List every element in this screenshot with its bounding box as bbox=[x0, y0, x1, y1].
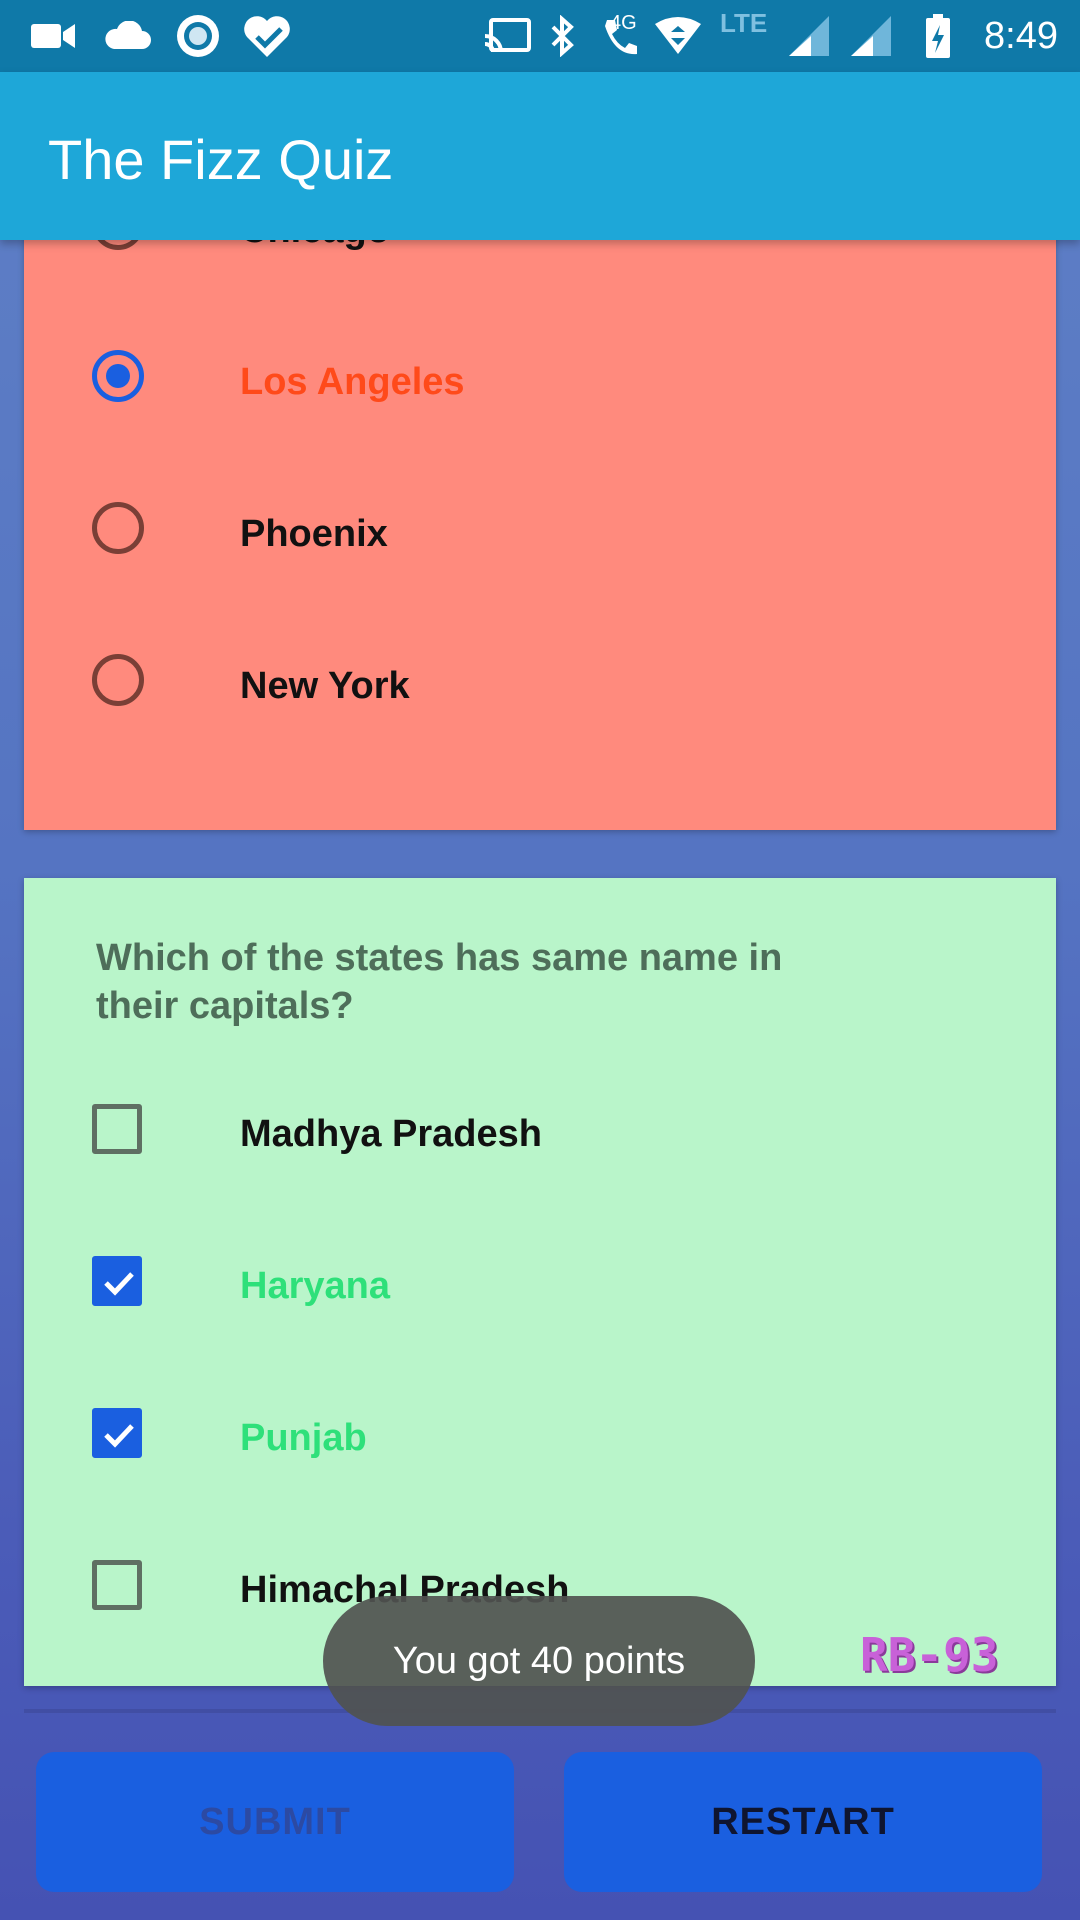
option-label: Phoenix bbox=[240, 513, 388, 555]
question-card-2: Which of the states has same name in the… bbox=[24, 878, 1056, 1686]
status-bar: 4G LTE 8:49 bbox=[0, 0, 1080, 72]
watermark: RB-93 bbox=[860, 1628, 999, 1682]
checkbox[interactable] bbox=[92, 1560, 142, 1610]
question-card-1: Chicago Los Angeles Phoenix New York bbox=[24, 198, 1056, 830]
heart-check-icon bbox=[240, 12, 294, 60]
option-label: Haryana bbox=[240, 1265, 390, 1307]
cast-icon bbox=[482, 12, 534, 60]
checkmark-icon bbox=[104, 1424, 134, 1448]
status-time: 8:49 bbox=[984, 15, 1058, 57]
checkbox-option-haryana[interactable]: Haryana bbox=[24, 1234, 1056, 1334]
checkbox-checked[interactable] bbox=[92, 1408, 142, 1458]
call-network-label: 4G bbox=[610, 12, 637, 34]
signal-icon bbox=[786, 12, 832, 60]
battery-charging-icon bbox=[922, 12, 954, 60]
checkbox-option-madhya-pradesh[interactable]: Madhya Pradesh bbox=[24, 1082, 1056, 1182]
radio-button-selected[interactable] bbox=[92, 350, 144, 402]
cloud-icon bbox=[100, 12, 154, 60]
checkbox-option-punjab[interactable]: Punjab bbox=[24, 1386, 1056, 1486]
signal-icon bbox=[848, 12, 894, 60]
radio-option-los-angeles[interactable]: Los Angeles bbox=[24, 330, 1056, 430]
option-label: Madhya Pradesh bbox=[240, 1113, 542, 1155]
option-label: Punjab bbox=[240, 1417, 367, 1459]
bluetooth-icon bbox=[546, 12, 580, 60]
restart-button[interactable]: RESTART bbox=[564, 1752, 1042, 1892]
radio-option-new-york[interactable]: New York bbox=[24, 634, 1056, 734]
app-title: The Fizz Quiz bbox=[48, 128, 394, 191]
volte-call-icon: 4G bbox=[590, 12, 648, 60]
circle-target-icon bbox=[174, 12, 222, 60]
app-bar: The Fizz Quiz bbox=[0, 72, 1080, 240]
lte-label: LTE bbox=[720, 8, 768, 38]
checkmark-icon bbox=[104, 1272, 134, 1296]
video-camera-icon bbox=[28, 12, 78, 60]
wifi-icon bbox=[652, 12, 704, 60]
radio-button[interactable] bbox=[92, 502, 144, 554]
radio-button[interactable] bbox=[92, 654, 144, 706]
toast-message: You got 40 points bbox=[323, 1596, 755, 1726]
radio-option-phoenix[interactable]: Phoenix bbox=[24, 482, 1056, 582]
option-label: New York bbox=[240, 665, 410, 707]
submit-button[interactable]: SUBMIT bbox=[36, 1752, 514, 1892]
checkbox[interactable] bbox=[92, 1104, 142, 1154]
option-label: Los Angeles bbox=[240, 361, 465, 403]
question-text: Which of the states has same name in the… bbox=[96, 937, 783, 1027]
checkbox-checked[interactable] bbox=[92, 1256, 142, 1306]
